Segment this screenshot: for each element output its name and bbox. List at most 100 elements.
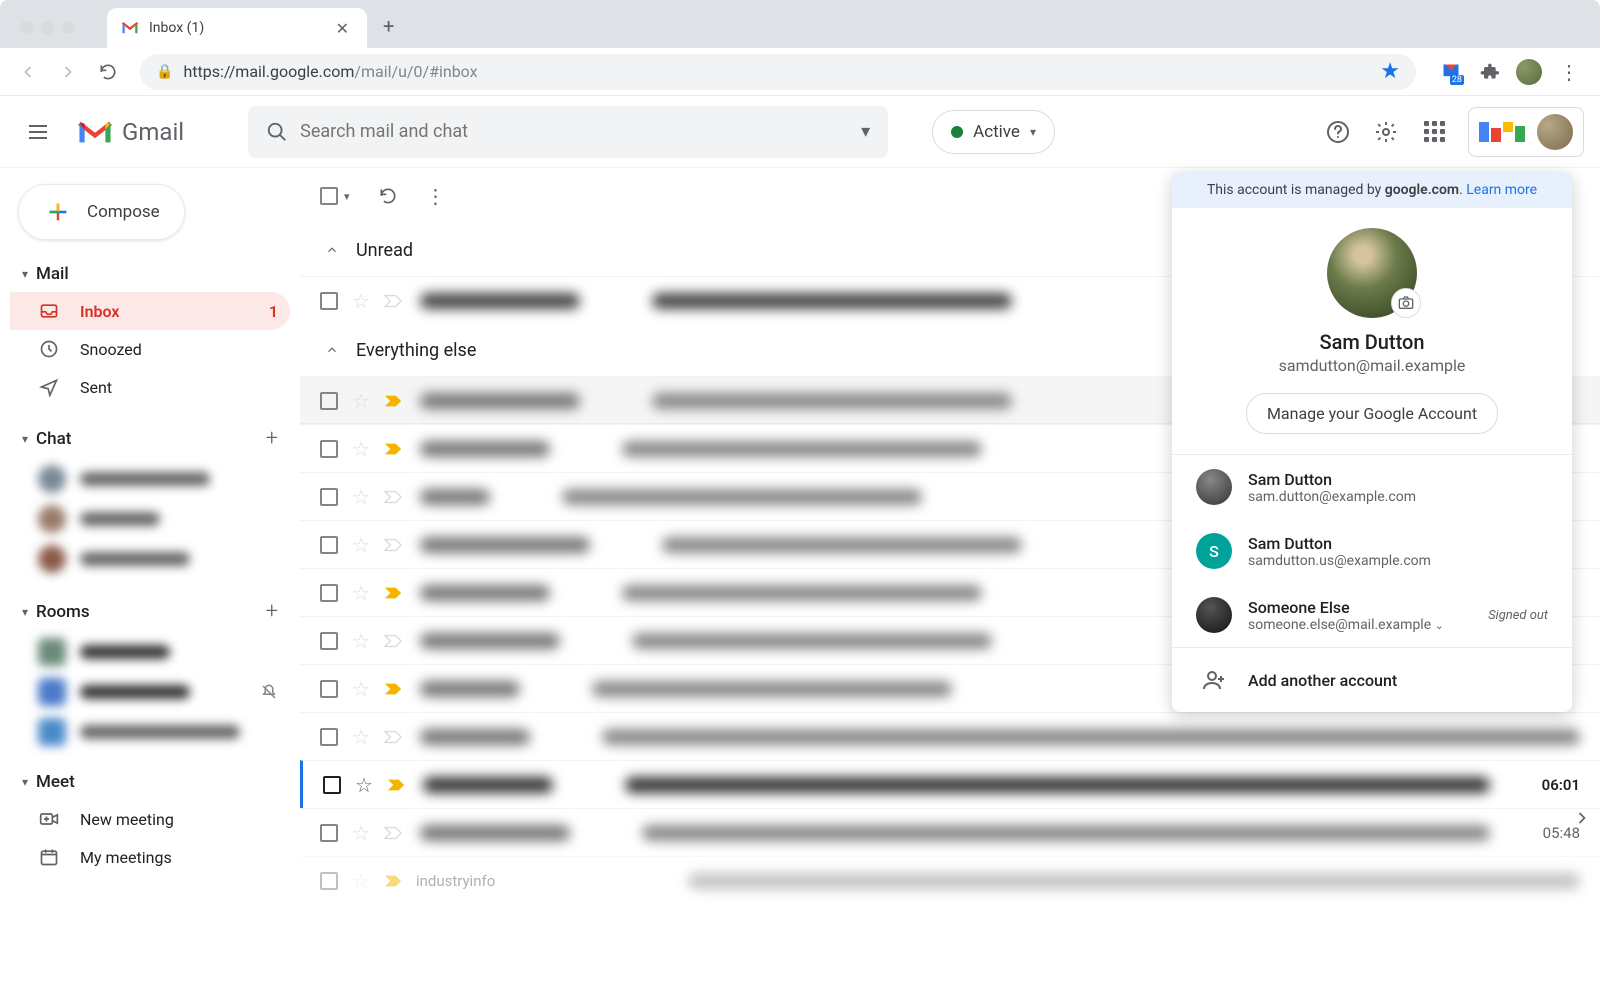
apps-grid-icon[interactable] (1420, 118, 1448, 146)
star-icon[interactable]: ☆ (352, 485, 370, 509)
row-checkbox[interactable] (320, 728, 338, 746)
row-checkbox[interactable] (320, 488, 338, 506)
sender-redacted (420, 489, 490, 505)
room-item[interactable] (10, 712, 290, 752)
star-icon[interactable]: ☆ (352, 821, 370, 845)
add-chat-icon[interactable]: + (266, 426, 278, 451)
important-marker[interactable] (384, 586, 402, 600)
row-checkbox[interactable] (320, 824, 338, 842)
browser-tab[interactable]: Inbox (1) ✕ (107, 8, 367, 48)
chat-section-header[interactable]: ▾Chat+ (10, 418, 290, 459)
nav-snoozed[interactable]: Snoozed (10, 330, 290, 368)
subject-redacted (622, 585, 982, 601)
important-marker[interactable] (384, 538, 402, 552)
account-avatar[interactable] (1537, 114, 1573, 150)
gmail-logo[interactable]: Gmail (76, 118, 184, 146)
nav-new-meeting[interactable]: New meeting (10, 800, 290, 838)
row-checkbox[interactable] (320, 872, 338, 890)
important-marker[interactable] (384, 826, 402, 840)
add-account-button[interactable]: Add another account (1172, 648, 1572, 712)
tab-close-icon[interactable]: ✕ (332, 19, 353, 38)
row-checkbox[interactable] (320, 292, 338, 310)
star-icon[interactable]: ☆ (355, 773, 373, 797)
mail-section-header[interactable]: ▾Mail (10, 256, 290, 292)
extensions-puzzle-icon[interactable] (1478, 61, 1500, 83)
important-marker[interactable] (384, 682, 402, 696)
select-all-checkbox[interactable]: ▾ (320, 187, 350, 205)
room-item[interactable] (10, 672, 290, 712)
important-marker[interactable] (387, 778, 405, 792)
main-menu-icon[interactable] (16, 110, 60, 154)
chat-contact[interactable] (10, 459, 290, 499)
new-tab-button[interactable]: + (367, 14, 410, 48)
search-box[interactable]: ▾ (248, 106, 888, 158)
nav-my-meetings[interactable]: My meetings (10, 838, 290, 876)
search-options-icon[interactable]: ▾ (861, 121, 870, 142)
important-marker[interactable] (384, 394, 402, 408)
star-icon[interactable]: ☆ (352, 533, 370, 557)
org-indicator[interactable] (1468, 107, 1584, 157)
change-photo-icon[interactable] (1391, 288, 1421, 318)
learn-more-link[interactable]: Learn more (1466, 182, 1537, 198)
row-checkbox[interactable] (320, 632, 338, 650)
extension-badge-icon[interactable]: 28 (1440, 61, 1462, 83)
rooms-section-header[interactable]: ▾Rooms+ (10, 591, 290, 632)
star-icon[interactable]: ☆ (352, 389, 370, 413)
important-marker[interactable] (384, 442, 402, 456)
switch-account-row[interactable]: Sam Duttonsam.dutton@example.com (1172, 455, 1572, 519)
row-checkbox[interactable] (320, 440, 338, 458)
browser-menu-icon[interactable]: ⋮ (1558, 61, 1580, 83)
mail-time: 05:48 (1520, 824, 1580, 842)
star-icon[interactable]: ☆ (352, 437, 370, 461)
row-checkbox[interactable] (320, 584, 338, 602)
important-marker[interactable] (384, 294, 402, 308)
switch-account-row[interactable]: S Sam Duttonsamdutton.us@example.com (1172, 519, 1572, 583)
reload-button[interactable] (92, 56, 124, 88)
profile-photo[interactable] (1327, 228, 1417, 318)
star-icon[interactable]: ☆ (352, 289, 370, 313)
nav-inbox[interactable]: Inbox 1 (10, 292, 290, 330)
side-panel-toggle[interactable] (1572, 808, 1592, 828)
important-marker[interactable] (384, 730, 402, 744)
star-icon[interactable]: ☆ (352, 677, 370, 701)
bookmark-star-icon[interactable]: ★ (1380, 59, 1400, 84)
important-marker[interactable] (384, 634, 402, 648)
compose-button[interactable]: Compose (18, 184, 185, 240)
profile-avatar-icon[interactable] (1516, 59, 1542, 85)
mail-row[interactable]: ☆ (300, 712, 1600, 760)
star-icon[interactable]: ☆ (352, 629, 370, 653)
manage-account-button[interactable]: Manage your Google Account (1246, 393, 1498, 434)
back-button[interactable] (12, 56, 44, 88)
row-checkbox[interactable] (320, 392, 338, 410)
traffic-light-zoom[interactable] (62, 21, 75, 34)
nav-sent[interactable]: Sent (10, 368, 290, 406)
room-item[interactable] (10, 632, 290, 672)
switch-account-row[interactable]: Someone Elsesomeone.else@mail.example ⌄ … (1172, 583, 1572, 647)
mail-row[interactable]: ☆06:01 (300, 760, 1600, 808)
chat-contact[interactable] (10, 539, 290, 579)
refresh-icon[interactable] (378, 186, 398, 206)
help-icon[interactable] (1324, 118, 1352, 146)
section-title: Everything else (356, 340, 476, 361)
star-icon[interactable]: ☆ (352, 725, 370, 749)
star-icon[interactable]: ☆ (352, 869, 370, 893)
settings-gear-icon[interactable] (1372, 118, 1400, 146)
row-checkbox[interactable] (320, 680, 338, 698)
important-marker[interactable] (384, 874, 402, 888)
meet-section-header[interactable]: ▾Meet (10, 764, 290, 800)
row-checkbox[interactable] (323, 776, 341, 794)
important-marker[interactable] (384, 490, 402, 504)
search-input[interactable] (300, 121, 861, 142)
chat-contact[interactable] (10, 499, 290, 539)
mail-row[interactable]: ☆industryinfo (300, 856, 1600, 904)
status-selector[interactable]: Active ▾ (932, 110, 1055, 154)
address-bar[interactable]: 🔒 https://mail.google.com/mail/u/0/#inbo… (140, 54, 1416, 90)
traffic-light-minimize[interactable] (41, 21, 54, 34)
traffic-light-close[interactable] (20, 21, 33, 34)
star-icon[interactable]: ☆ (352, 581, 370, 605)
add-room-icon[interactable]: + (266, 599, 278, 624)
more-icon[interactable]: ⋮ (426, 184, 446, 208)
forward-button[interactable] (52, 56, 84, 88)
row-checkbox[interactable] (320, 536, 338, 554)
mail-row[interactable]: ☆ 05:48 (300, 808, 1600, 856)
